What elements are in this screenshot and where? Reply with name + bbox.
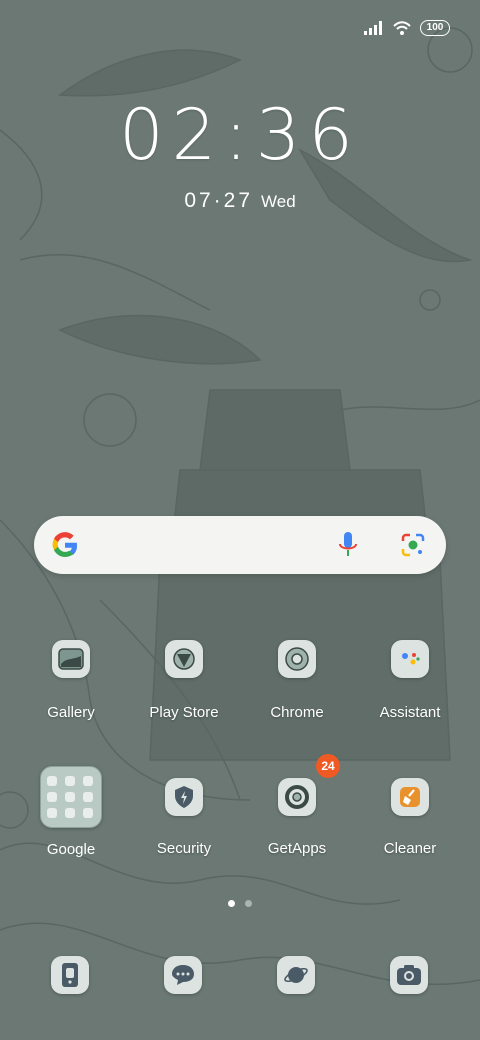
- app-gallery[interactable]: Gallery: [16, 640, 126, 721]
- app-cleaner[interactable]: Cleaner: [355, 778, 465, 857]
- app-label: Chrome: [270, 704, 324, 721]
- dock-messages[interactable]: [164, 956, 202, 994]
- app-security[interactable]: Security: [129, 778, 239, 857]
- page-dot[interactable]: [245, 900, 252, 907]
- status-bar: 100: [364, 18, 450, 38]
- google-search-bar[interactable]: [34, 516, 446, 574]
- play-store-icon: [165, 640, 203, 678]
- dock-camera[interactable]: [390, 956, 428, 994]
- date-value: 07·27: [184, 189, 254, 212]
- browser-planet-icon: [284, 967, 308, 983]
- app-getapps[interactable]: 24 GetApps: [242, 754, 352, 857]
- gallery-icon: [52, 640, 90, 678]
- lens-camera-icon[interactable]: [400, 532, 426, 558]
- folder-google[interactable]: Google: [16, 766, 126, 858]
- clock-time[interactable]: 02:36: [0, 94, 480, 176]
- dock-phone[interactable]: [51, 956, 89, 994]
- app-label: Cleaner: [383, 840, 437, 857]
- app-play-store[interactable]: Play Store: [129, 640, 239, 721]
- security-shield-icon: [165, 778, 203, 816]
- folder-icon: [40, 766, 102, 828]
- weekday: Wed: [261, 192, 296, 211]
- battery-indicator: 100: [420, 20, 450, 36]
- phone-icon: [62, 963, 78, 987]
- clock-date[interactable]: 07·27 Wed: [0, 189, 480, 213]
- app-assistant[interactable]: Assistant: [355, 640, 465, 721]
- app-label: Gallery: [47, 704, 95, 721]
- page-dot-active[interactable]: [228, 900, 235, 907]
- messages-icon: [172, 965, 194, 985]
- chrome-icon: [278, 640, 316, 678]
- page-indicator: [0, 900, 480, 907]
- app-label: Security: [156, 840, 212, 857]
- app-label: GetApps: [267, 840, 327, 857]
- app-label: Assistant: [379, 704, 441, 721]
- app-label: Play Store: [149, 704, 219, 721]
- cleaner-broom-icon: [391, 778, 429, 816]
- camera-icon: [397, 965, 421, 985]
- wifi-icon: [393, 21, 411, 35]
- dock-browser[interactable]: [277, 956, 315, 994]
- notification-badge: 24: [316, 754, 340, 778]
- getapps-icon: 24: [278, 754, 340, 816]
- folder-label: Google: [46, 841, 96, 858]
- mic-icon[interactable]: [338, 530, 358, 560]
- assistant-icon: [391, 640, 429, 678]
- app-chrome[interactable]: Chrome: [242, 640, 352, 721]
- google-g-icon: [52, 532, 78, 557]
- signal-bars-icon: [364, 21, 382, 35]
